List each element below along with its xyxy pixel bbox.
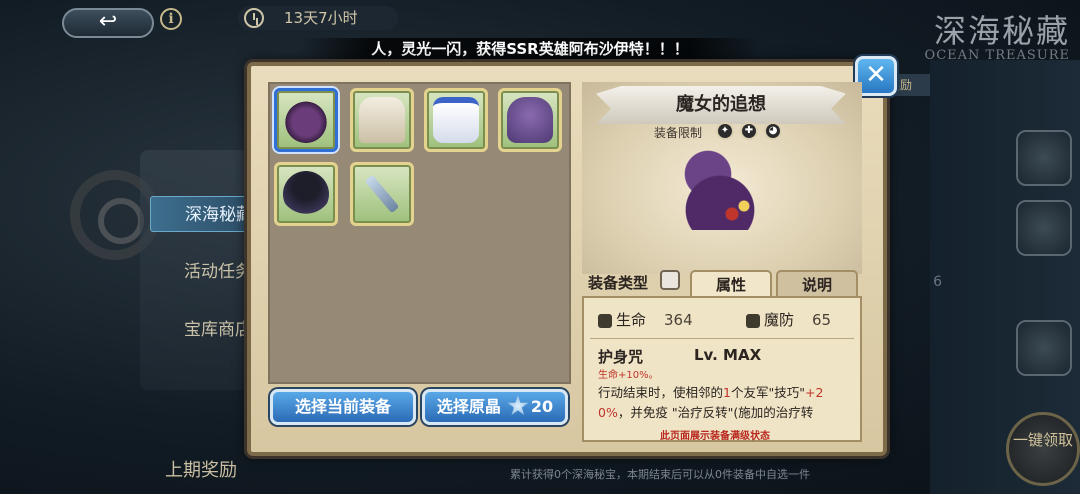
tab-activity-tasks[interactable]: 活动任务: [150, 254, 260, 290]
stat-mdef-value: 65: [812, 311, 832, 329]
skill-effect-line-1: 生命+10%。: [598, 370, 659, 381]
skill-highlight: 0%: [598, 405, 618, 420]
info-icon[interactable]: i: [160, 8, 182, 30]
equipment-slot-dark-cloak[interactable]: [274, 162, 338, 226]
cross-icon[interactable]: ✚: [740, 122, 758, 140]
staff-icon[interactable]: ✦: [716, 122, 734, 140]
reward-badge-icon[interactable]: [1016, 130, 1072, 186]
back-button[interactable]: ↩: [62, 8, 154, 38]
skill-effect-line-2: 行动结束时，使相邻的1个友军"技巧"+2: [598, 382, 823, 401]
white-robe-icon: [359, 97, 405, 143]
tab-attributes[interactable]: 属性: [690, 270, 772, 296]
tab-description[interactable]: 说明: [776, 270, 858, 296]
cat-icon[interactable]: ◕: [764, 122, 782, 140]
heart-icon: [598, 313, 612, 328]
select-original-crystal-button[interactable]: 选择原晶 20: [422, 389, 568, 425]
event-title-en: OCEAN TREASURE: [924, 48, 1070, 63]
tab-ocean-treasure[interactable]: 深海秘藏: [150, 196, 260, 232]
right-counter: 6: [933, 274, 942, 290]
witch-hat-preview-icon: [660, 150, 780, 230]
skill-name: 护身咒: [598, 348, 644, 366]
witch-hat-icon: [283, 97, 329, 143]
stat-mdef-label: 魔防: [764, 311, 795, 329]
crystal-cost: 20: [530, 397, 554, 416]
equipment-slot-witch-hat[interactable]: [274, 88, 338, 152]
max-level-note: 此页面展示装备满级状态: [660, 431, 770, 442]
white-crown-icon: [433, 97, 479, 143]
select-current-equipment-button[interactable]: 选择当前装备: [270, 389, 416, 425]
shield-icon: [746, 313, 760, 328]
crystal-star-icon: [507, 395, 529, 416]
equipment-slot-white-crown[interactable]: [424, 88, 488, 152]
skill-level: Lv. MAX: [694, 346, 762, 364]
equipment-name: 魔女的追想: [596, 86, 846, 124]
clock-icon: [244, 8, 264, 28]
divider: [590, 338, 854, 339]
purple-cape-icon: [507, 97, 553, 143]
stat-hp-label: 生命: [616, 311, 647, 329]
blue-sword-icon: [364, 174, 400, 214]
one-click-claim-button[interactable]: 一键领取: [1006, 412, 1080, 486]
select-original-label: 选择原晶: [436, 397, 501, 416]
announcement-marquee: 人，灵光一闪，获得SSR英雄阿布沙伊特！！！: [300, 38, 760, 60]
dark-cloak-icon: [283, 171, 329, 217]
reward-badge-icon[interactable]: [1016, 320, 1072, 376]
stat-mdef: 魔防 65: [746, 309, 831, 330]
skill-text: 个友军"技巧": [730, 385, 805, 400]
equipment-type-label: 装备类型: [588, 274, 649, 292]
reward-badge-icon[interactable]: [1016, 200, 1072, 256]
skill-highlight: 1: [723, 385, 731, 400]
accumulation-hint: 累计获得0个深海秘宝，本期结束后可以从0件装备中自选一件: [510, 468, 810, 481]
equipment-slot-blue-sword[interactable]: [350, 162, 414, 226]
top-bar: ↩ i 13天7小时: [0, 0, 1080, 40]
equipment-type-icon[interactable]: [660, 270, 680, 290]
stat-hp: 生命 364: [598, 309, 693, 330]
skill-effect-line-3: 0%，并免疫 "治疗反转"(施加的治疗转: [598, 402, 813, 421]
last-reward-label[interactable]: 上期奖励: [165, 456, 237, 482]
skill-text: 行动结束时，使相邻的: [598, 385, 724, 400]
skill-text: ，并免疫 "治疗反转"(施加的治疗转: [617, 405, 814, 420]
stat-hp-value: 364: [664, 311, 693, 329]
select-current-label: 选择当前装备: [294, 397, 391, 416]
skill-highlight: +2: [804, 385, 824, 400]
equipment-slot-purple-cape[interactable]: [498, 88, 562, 152]
equipment-slot-white-robe[interactable]: [350, 88, 414, 152]
tab-treasure-shop[interactable]: 宝库商店: [150, 312, 260, 348]
restriction-label: 装备限制: [654, 126, 703, 140]
